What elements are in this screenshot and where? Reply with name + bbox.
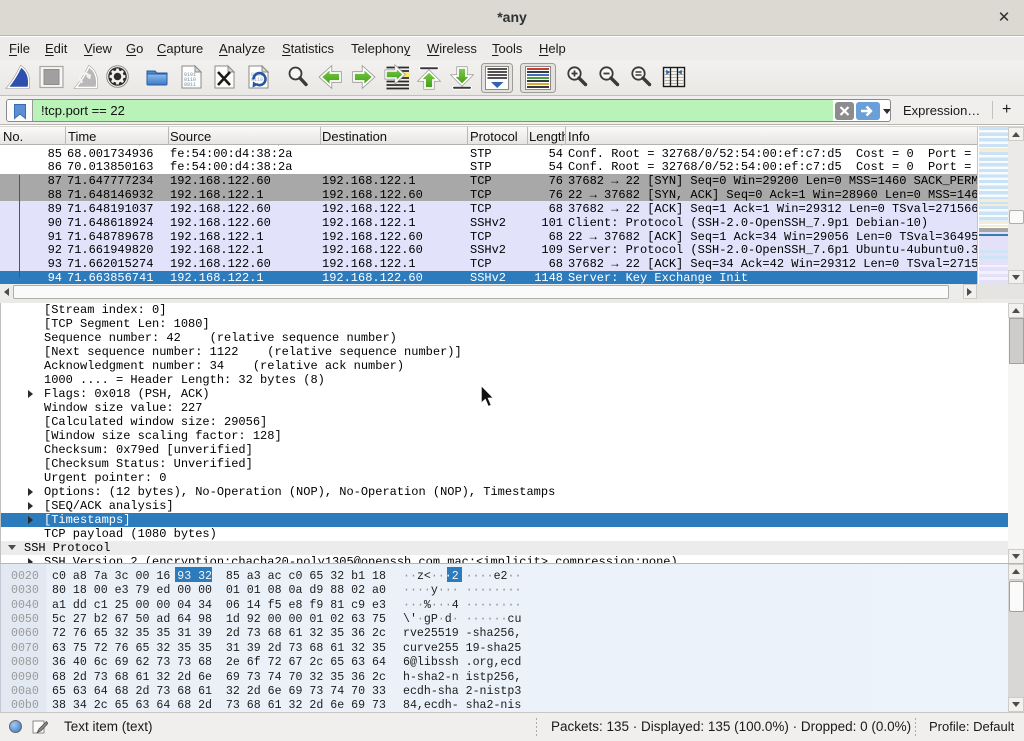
svg-text:0011: 0011 xyxy=(184,82,196,88)
